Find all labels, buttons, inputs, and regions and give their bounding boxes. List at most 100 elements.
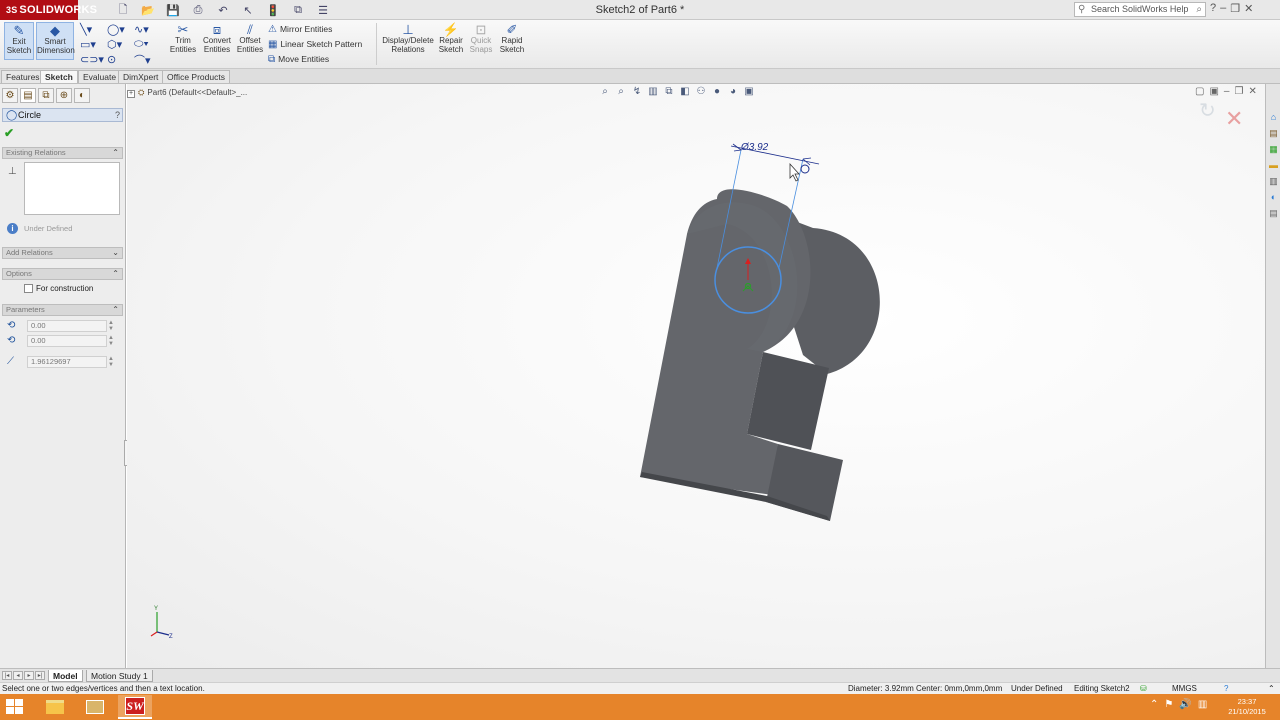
configuration-manager-icon[interactable]: ⧉ <box>38 88 54 103</box>
property-manager-icon[interactable]: ▤ <box>20 88 36 103</box>
tray-chevron-icon[interactable]: ⌃ <box>1150 699 1158 710</box>
zoom-to-fit-icon[interactable]: ⌕ <box>599 86 611 97</box>
restore-icon[interactable]: ❐ <box>1230 2 1240 15</box>
status-chevron-icon[interactable]: ⌃ <box>1268 683 1275 694</box>
offset-entities-button[interactable]: ⫽ Offset Entities <box>236 22 264 54</box>
spline-icon[interactable]: ∿▾ <box>134 22 160 37</box>
mirror-entities-button[interactable]: ⚠ Mirror Entities <box>268 24 332 35</box>
existing-relations-header[interactable]: Existing Relations ⌃ <box>2 147 123 159</box>
ok-check-icon[interactable]: ✔ <box>4 126 14 140</box>
smart-dimension-button[interactable]: ◆ Smart Dimension <box>36 22 75 60</box>
quick-snaps-button[interactable]: ⊡ Quick Snaps <box>468 22 494 54</box>
single-view-icon[interactable]: ▣ <box>1209 86 1218 97</box>
zoom-to-area-icon[interactable]: ⌕ <box>615 86 627 97</box>
point-icon[interactable]: ⊙ <box>107 52 133 67</box>
tab-dimxpert[interactable]: DimXpert <box>118 70 164 83</box>
taskbar-clock[interactable]: 23:37 21/10/2015 <box>1222 697 1272 717</box>
spinner-icon[interactable]: ▲ ▼ <box>108 335 114 347</box>
last-tab-icon[interactable]: ▸| <box>35 671 45 680</box>
undo-icon[interactable]: ↶ <box>212 2 234 18</box>
restore-icon[interactable]: ❐ <box>1234 86 1243 97</box>
trim-entities-button[interactable]: ✂ Trim Entities <box>168 22 198 54</box>
tile-icon[interactable]: ▢ <box>1195 86 1204 97</box>
move-entities-button[interactable]: ⧉ Move Entities <box>268 54 329 65</box>
existing-relations-list[interactable] <box>24 162 120 215</box>
design-library-icon[interactable]: ▤ <box>1268 128 1279 139</box>
appearances-icon[interactable]: ◐ <box>1268 192 1279 203</box>
display-style-icon[interactable]: ◧ <box>679 86 691 97</box>
close-icon[interactable]: ✕ <box>1244 2 1253 15</box>
rapid-sketch-button[interactable]: ✐ Rapid Sketch <box>498 22 526 54</box>
repair-sketch-button[interactable]: ⚡ Repair Sketch <box>437 22 465 54</box>
next-tab-icon[interactable]: ▸ <box>24 671 34 680</box>
center-x-field[interactable]: 0.00 <box>27 320 107 332</box>
tab-evaluate[interactable]: Evaluate <box>78 70 122 83</box>
save-icon[interactable]: 💾 <box>162 2 184 18</box>
view-palette-icon[interactable]: ▥ <box>1268 176 1279 187</box>
for-construction-checkbox[interactable]: For construction <box>24 284 93 293</box>
convert-entities-button[interactable]: ⧈ Convert Entities <box>200 22 234 54</box>
help-icon[interactable]: ? <box>115 109 120 121</box>
polygon-icon[interactable]: ⬡▾ <box>107 37 133 52</box>
display-delete-relations-button[interactable]: ⊥ Display/Delete Relations <box>382 22 434 54</box>
file-properties-icon[interactable]: ⧉ <box>287 2 309 18</box>
search-go-icon[interactable]: ⌕ <box>1196 3 1202 16</box>
options-header[interactable]: Options ⌃ <box>2 268 123 280</box>
tab-motion-study[interactable]: Motion Study 1 <box>86 670 153 682</box>
add-relations-header[interactable]: Add Relations ⌄ <box>2 247 123 259</box>
edit-appearance-icon[interactable]: ● <box>711 86 723 97</box>
dimxpert-manager-icon[interactable]: ⊕ <box>56 88 72 103</box>
parameters-header[interactable]: Parameters ⌃ <box>2 304 123 316</box>
section-view-icon[interactable]: ▥ <box>647 86 659 97</box>
network-icon[interactable]: ▥ <box>1198 699 1207 710</box>
status-units[interactable]: MMGS <box>1172 683 1197 694</box>
hide-show-items-icon[interactable]: ⚇ <box>695 86 707 97</box>
first-tab-icon[interactable]: |◂ <box>2 671 12 680</box>
file-explorer-icon[interactable]: ▦ <box>1268 144 1279 155</box>
custom-properties-icon[interactable]: ▤ <box>1268 208 1279 219</box>
confirmation-corner-cancel-icon[interactable]: ✕ <box>1225 106 1243 132</box>
view-orientation-icon[interactable]: ⧉ <box>663 86 675 97</box>
display-manager-icon[interactable]: ◐ <box>74 88 90 103</box>
help-search-input[interactable]: ⚲ Search SolidWorks Help ⌕ <box>1074 2 1206 17</box>
rebuild-icon[interactable]: 🚦 <box>262 2 284 18</box>
select-arrow-icon[interactable]: ↖ <box>237 2 259 18</box>
feature-tree-flyout[interactable]: + ⛭ Part6 (Default<<Default>_... <box>127 88 247 98</box>
slot-icon[interactable]: ⊂⊃▾ <box>80 52 106 67</box>
linear-sketch-pattern-button[interactable]: ▦ Linear Sketch Pattern <box>268 39 362 50</box>
dimension-value[interactable]: Ø3.92 <box>740 142 769 153</box>
rebuild-status-icon[interactable]: ⛁ <box>1140 683 1147 694</box>
taskbar-file-explorer[interactable] <box>38 695 72 719</box>
print-icon[interactable]: ⎙ <box>187 2 209 18</box>
expand-icon[interactable]: + <box>127 90 135 98</box>
spinner-icon[interactable]: ▲ ▼ <box>108 320 114 332</box>
fillet-icon[interactable]: ⌒▾ <box>134 52 160 67</box>
previous-view-icon[interactable]: ↯ <box>631 86 643 97</box>
center-y-field[interactable]: 0.00 <box>27 335 107 347</box>
help-icon[interactable]: ? <box>1210 2 1216 15</box>
exit-sketch-button[interactable]: ✎ Exit Sketch <box>4 22 34 60</box>
help-icon[interactable]: ? <box>1224 683 1228 694</box>
confirmation-corner-exit-icon[interactable]: ↻ <box>1199 98 1216 123</box>
minimize-icon[interactable]: – <box>1224 86 1230 97</box>
solidworks-logo[interactable]: 3S SOLIDWORKS <box>0 0 97 20</box>
solidworks-resources-icon[interactable]: ⌂ <box>1268 112 1279 123</box>
graphics-area[interactable]: Ø3.92 Y Z + ⛭ Part6 (Default<<Default>_...… <box>127 84 1265 668</box>
taskbar-explorer-window[interactable] <box>78 695 112 719</box>
minimize-icon[interactable]: – <box>1220 2 1226 15</box>
circle-icon[interactable]: ◯▾ <box>107 22 133 37</box>
tab-sketch[interactable]: Sketch <box>40 70 78 83</box>
prev-tab-icon[interactable]: ◂ <box>13 671 23 680</box>
flag-icon[interactable]: ⚑ <box>1164 699 1173 710</box>
tab-model[interactable]: Model <box>48 670 83 682</box>
rectangle-icon[interactable]: ▭▾ <box>80 37 106 52</box>
line-icon[interactable]: ╲▾ <box>80 22 106 37</box>
feature-tree-icon[interactable]: ⚙ <box>2 88 18 103</box>
tab-features[interactable]: Features <box>1 70 45 83</box>
new-document-icon[interactable]: 🗋 <box>112 2 134 18</box>
close-icon[interactable]: ✕ <box>1248 86 1256 97</box>
ellipse-icon[interactable]: ⬭▾ <box>134 37 160 52</box>
spinner-icon[interactable]: ▲ ▼ <box>108 356 114 368</box>
open-folder-icon[interactable]: 📂 <box>137 2 159 18</box>
folder-icon[interactable]: ▬ <box>1268 160 1279 171</box>
